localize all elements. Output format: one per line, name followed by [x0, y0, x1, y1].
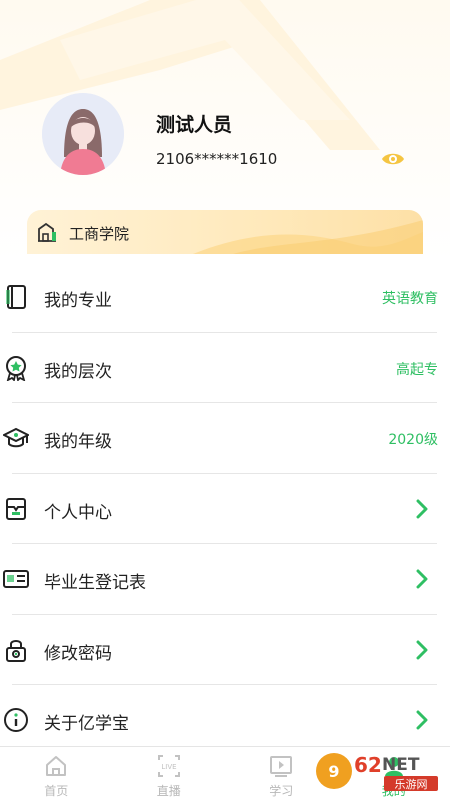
menu-item-change-password[interactable]: 修改密码 [0, 615, 450, 685]
menu-label: 个人中心 [44, 502, 112, 523]
menu-label: 我的层次 [44, 361, 112, 382]
menu-item-grade[interactable]: 我的年级 2020级 [0, 403, 450, 474]
menu-label: 我的专业 [44, 291, 112, 311]
menu-item-personal-center[interactable]: 个人中心 [0, 474, 450, 544]
info-icon [3, 707, 29, 733]
college-name: 工商学院 [69, 225, 130, 243]
chevron-right-icon [416, 710, 428, 730]
menu-label: 毕业生登记表 [44, 573, 146, 593]
svg-text:9: 9 [328, 762, 339, 781]
menu-label: 关于亿学宝 [44, 714, 129, 734]
tab-label: 直播 [156, 784, 181, 798]
menu-label: 我的年级 [44, 432, 112, 452]
play-icon [269, 754, 293, 778]
profile-section: 测试人员 2106******1610 工商学院 [0, 0, 450, 260]
menu-label: 修改密码 [44, 643, 112, 664]
menu-value: 高起专 [396, 361, 438, 378]
college-card: 工商学院 [27, 210, 423, 254]
lock-icon [3, 637, 29, 663]
live-icon: LIVE [157, 754, 181, 778]
menu-list: 我的专业 英语教育 我的层次 高起专 我的年级 2020级 个人中心 毕业生登记… [0, 262, 450, 756]
menu-item-graduate-form[interactable]: 毕业生登记表 [0, 544, 450, 615]
menu-value: 2020级 [388, 432, 438, 448]
graduation-cap-icon [1, 425, 31, 451]
avatar[interactable] [42, 93, 124, 175]
tab-home[interactable]: 首页 [0, 747, 113, 800]
badge-icon [3, 355, 29, 382]
book-icon [3, 284, 29, 310]
menu-item-about[interactable]: 关于亿学宝 [0, 685, 450, 756]
user-name: 测试人员 [156, 114, 233, 136]
svg-text:62: 62 [354, 753, 382, 777]
menu-item-major[interactable]: 我的专业 英语教育 [0, 262, 450, 333]
chevron-right-icon [416, 569, 428, 589]
menu-value: 英语教育 [382, 291, 438, 307]
user-id: 2106******1610 [156, 150, 278, 168]
id-card-icon [3, 566, 29, 592]
svg-text:NET: NET [382, 755, 420, 775]
chevron-right-icon [416, 640, 428, 660]
building-icon [37, 222, 57, 242]
watermark-logo: 9 62 NET 乐游网 [314, 748, 444, 794]
chevron-right-icon [416, 499, 428, 519]
svg-text:乐游网: 乐游网 [395, 778, 428, 791]
tab-label: 首页 [44, 784, 69, 798]
folder-icon [3, 496, 29, 522]
home-icon [44, 754, 68, 778]
svg-text:LIVE: LIVE [161, 763, 176, 771]
tab-live[interactable]: LIVE 直播 [113, 747, 226, 800]
eye-icon[interactable] [380, 148, 406, 170]
menu-item-level[interactable]: 我的层次 高起专 [0, 333, 450, 403]
